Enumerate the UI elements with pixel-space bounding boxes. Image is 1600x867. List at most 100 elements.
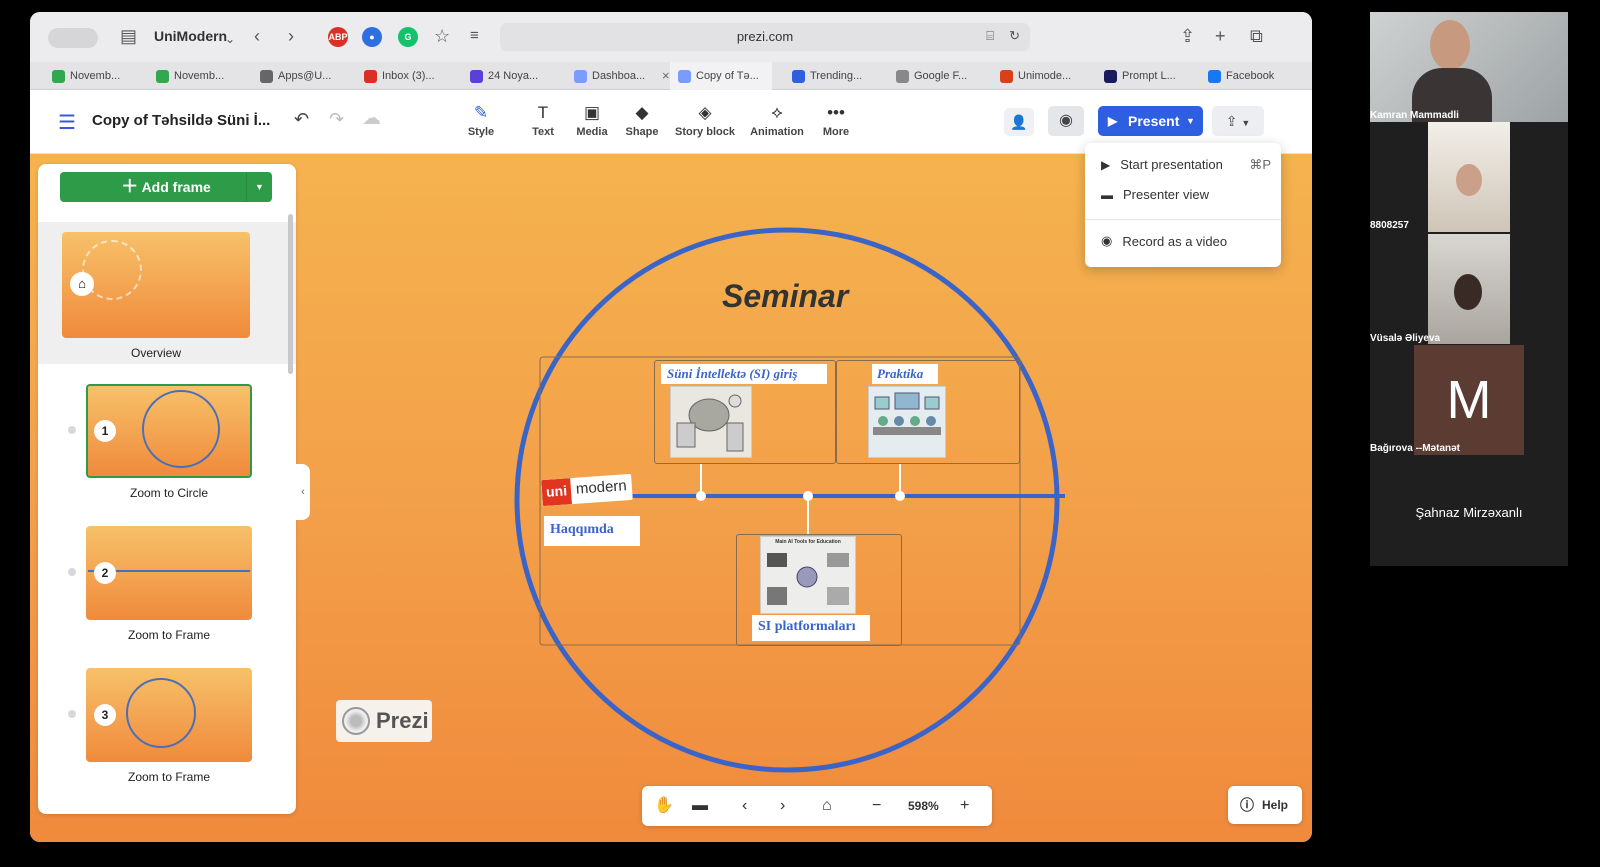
profile-name[interactable]: UniModern xyxy=(154,28,227,44)
chevron-down-icon[interactable]: ⌄ xyxy=(225,28,235,50)
back-icon[interactable]: ‹ xyxy=(254,25,260,47)
practice-label[interactable]: Praktika xyxy=(872,364,938,384)
address-bar[interactable]: prezi.com ⌸ ↻ xyxy=(500,23,1030,51)
extension-icon[interactable]: ● xyxy=(362,27,382,47)
about-label[interactable]: Haqqımda xyxy=(544,516,640,546)
tool-story-block[interactable]: ◈ Story block xyxy=(670,102,740,138)
redo-icon[interactable]: ↷ xyxy=(329,109,344,130)
ai-brain-illustration[interactable] xyxy=(670,386,752,458)
frame-label: Zoom to Circle xyxy=(129,486,209,500)
forward-icon[interactable]: › xyxy=(288,25,294,47)
browser-tab[interactable]: Trending... xyxy=(784,62,886,90)
close-tab-icon[interactable]: × xyxy=(662,68,670,83)
frame-number: 1 xyxy=(94,420,116,442)
presenter-view-item[interactable]: ▬ Presenter view xyxy=(1101,187,1209,202)
share-icon[interactable]: ⇪ xyxy=(1180,25,1195,47)
practice-illustration[interactable] xyxy=(868,386,946,458)
participant-tile-5[interactable]: Şahnaz Mirzəxanlı xyxy=(1370,457,1568,566)
browser-tab[interactable]: Prompt L... xyxy=(1096,62,1198,90)
star-icon[interactable]: ☆ xyxy=(434,25,450,47)
browser-tab[interactable]: Unimode... xyxy=(992,62,1094,90)
record-icon: ◉ xyxy=(1101,233,1113,248)
export-button[interactable]: ⇪ ▼ xyxy=(1212,106,1264,136)
browser-toolbar: ▤ UniModern ⌄ ‹ › ABP ● G ☆ ≡ prezi.com … xyxy=(30,12,1312,62)
frame-dot xyxy=(68,426,76,434)
frame-1-item[interactable]: 1 Zoom to Circle xyxy=(86,384,252,510)
participant-tile-2[interactable]: 8808257 xyxy=(1370,122,1568,234)
help-button[interactable]: ⓘ Help xyxy=(1228,786,1302,824)
record-video-item[interactable]: ◉ Record as a video xyxy=(1101,233,1227,249)
grammarly-icon[interactable]: G xyxy=(398,27,418,47)
browser-tab[interactable]: 24 Noya... xyxy=(462,62,564,90)
tool-style[interactable]: ✎ Style xyxy=(446,102,516,138)
menu-icon[interactable]: ☰ xyxy=(58,110,76,135)
frame-dot xyxy=(68,568,76,576)
browser-window: ▤ UniModern ⌄ ‹ › ABP ● G ☆ ≡ prezi.com … xyxy=(30,12,1312,842)
presenter-notes-icon[interactable]: ▬ xyxy=(692,796,708,816)
browser-tab[interactable]: Novemb... xyxy=(44,62,146,90)
reload-icon[interactable]: ↻ xyxy=(1009,28,1020,44)
browser-tab[interactable]: Facebook xyxy=(1200,62,1302,90)
frame-3-item[interactable]: 3 Zoom to Frame xyxy=(86,668,252,794)
participant-face xyxy=(1430,20,1470,70)
participant-tile-3[interactable]: Vüsalə Əliyeva xyxy=(1370,234,1568,345)
reader-icon[interactable]: ≡ xyxy=(470,25,479,47)
preview-eye-icon[interactable]: ◉ xyxy=(1048,106,1084,136)
participant-tile-1[interactable]: Kamran Mammadli xyxy=(1370,12,1568,122)
hand-icon[interactable]: ✋ xyxy=(654,796,674,816)
intro-label[interactable]: Süni İntellektə (SI) giriş xyxy=(661,364,827,384)
platforms-label[interactable]: SI platformaları xyxy=(752,615,870,641)
sidebar-icon[interactable]: ▤ xyxy=(120,25,137,47)
next-icon[interactable]: › xyxy=(780,796,785,816)
tab-overview-button[interactable] xyxy=(48,28,98,48)
add-frame-button[interactable]: ＋ Add frame ▼ xyxy=(60,172,272,202)
browser-tab[interactable]: Inbox (3)... xyxy=(356,62,458,90)
browser-tab[interactable]: Copy of Tə... xyxy=(670,62,772,90)
participant-tile-4[interactable]: M Bağırova --Mətanət xyxy=(1370,345,1568,457)
tabs-overview-icon[interactable]: ⧉ xyxy=(1250,25,1263,47)
tab-label: Trending... xyxy=(810,70,863,82)
tab-label: Dashboa... xyxy=(592,70,646,82)
favicon-icon xyxy=(574,69,587,83)
platforms-illustration[interactable]: Main AI Tools for Education xyxy=(760,536,856,614)
browser-tab[interactable]: Apps@U... xyxy=(252,62,354,90)
zoom-out-icon[interactable]: − xyxy=(872,796,881,816)
tool-more[interactable]: ••• More xyxy=(801,102,871,138)
tab-label: Novemb... xyxy=(174,70,225,82)
participant-face xyxy=(1454,274,1482,310)
present-button[interactable]: ▶ Present ▼ xyxy=(1098,106,1203,136)
translate-icon[interactable]: ⌸ xyxy=(986,28,994,44)
caret-down-icon[interactable]: ▼ xyxy=(246,172,272,202)
add-collaborator-icon[interactable]: 👤 xyxy=(1004,108,1034,136)
prezi-watermark: Prezi xyxy=(336,700,432,742)
frame-number: 2 xyxy=(94,562,116,584)
video-call-panel: Kamran Mammadli 8808257 Vüsalə Əliyeva M… xyxy=(1370,12,1568,566)
slide-title[interactable]: Seminar xyxy=(722,278,848,315)
document-title[interactable]: Copy of Təhsildə Süni İ... xyxy=(92,112,270,129)
start-presentation-item[interactable]: ▶ Start presentation ⌘P xyxy=(1101,157,1271,173)
adblock-icon[interactable]: ABP xyxy=(328,27,348,47)
play-icon: ▶ xyxy=(1101,157,1111,172)
new-tab-icon[interactable]: + xyxy=(1215,25,1226,47)
undo-icon[interactable]: ↶ xyxy=(294,109,309,130)
timeline-node xyxy=(895,491,905,501)
frame-overview-item[interactable]: ⌂ Overview xyxy=(38,222,296,364)
browser-tab[interactable]: Dashboa... xyxy=(566,62,668,90)
prezi-logo-icon xyxy=(342,707,370,735)
frame-dot xyxy=(68,710,76,718)
ai-brain-image xyxy=(676,394,744,452)
home-icon[interactable]: ⌂ xyxy=(822,796,832,816)
collapse-panel-icon[interactable]: ‹ xyxy=(296,464,310,520)
bottom-navigation: ✋ ▬ ‹ › ⌂ − 598% + xyxy=(642,786,992,826)
browser-tab[interactable]: Novemb... xyxy=(148,62,250,90)
panel-scrollbar[interactable] xyxy=(288,214,293,374)
zoom-in-icon[interactable]: + xyxy=(960,796,969,816)
favicon-icon xyxy=(52,69,65,83)
tool-shape[interactable]: ◆ Shape xyxy=(607,102,677,138)
browser-tab[interactable]: Google F... xyxy=(888,62,990,90)
timeline-node xyxy=(803,491,813,501)
frame-2-item[interactable]: 2 Zoom to Frame xyxy=(86,526,252,652)
play-icon: ▶ xyxy=(1108,114,1118,128)
previous-icon[interactable]: ‹ xyxy=(742,796,747,816)
thumb-circle xyxy=(142,390,220,468)
